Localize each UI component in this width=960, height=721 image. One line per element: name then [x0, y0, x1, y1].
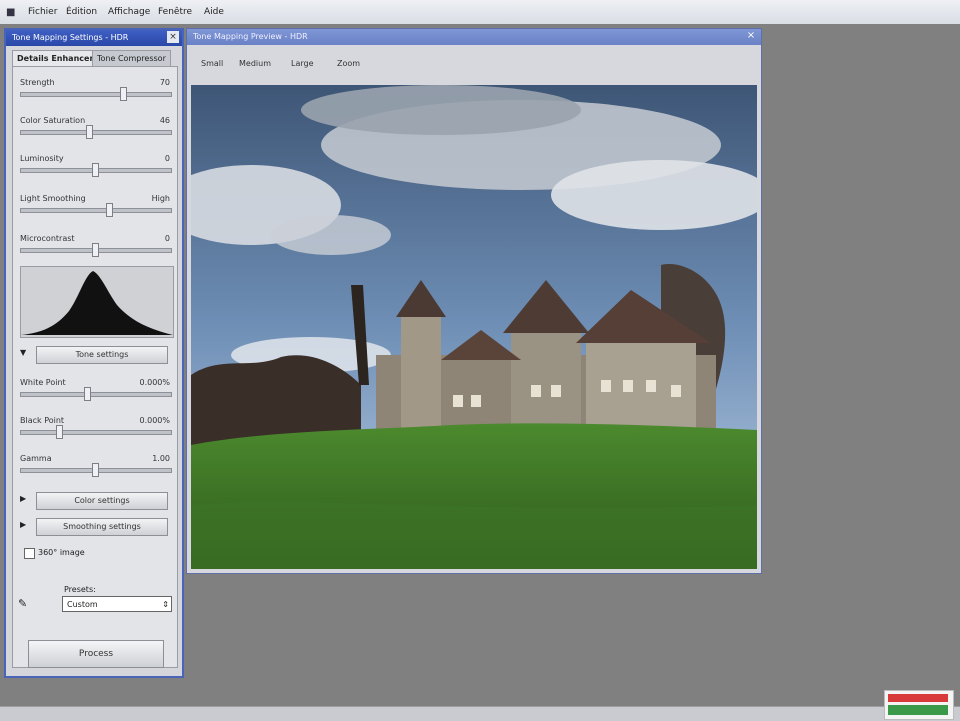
slider-track[interactable] — [20, 430, 172, 435]
slider-label: Luminosity — [20, 154, 64, 163]
chevron-updown-icon: ⇕ — [162, 600, 169, 609]
slider-value: High — [151, 194, 170, 203]
slider-luminosity[interactable]: Luminosity 0 — [20, 154, 172, 184]
settings-titlebar[interactable]: Tone Mapping Settings - HDR × — [6, 30, 182, 46]
slider-strength[interactable]: Strength 70 — [20, 78, 172, 108]
slider-value: 70 — [159, 78, 170, 87]
preview-image — [191, 85, 757, 569]
slider-thumb[interactable] — [86, 125, 93, 139]
slider-value: 1.00 — [152, 454, 170, 463]
histogram-graph — [21, 271, 173, 335]
collapse-arrow-icon[interactable]: ▼ — [20, 348, 26, 357]
preview-title: Tone Mapping Preview - HDR — [193, 32, 308, 41]
slider-thumb[interactable] — [92, 243, 99, 257]
expand-arrow-icon[interactable]: ▶ — [20, 520, 26, 529]
slider-thumb[interactable] — [56, 425, 63, 439]
slider-value: 0.000% — [139, 416, 170, 425]
slider-track[interactable] — [20, 130, 172, 135]
menubar: ■ Fichier Édition Affichage Fenêtre Aide — [0, 0, 960, 25]
color-settings-button[interactable]: Color settings — [36, 492, 168, 510]
tone-mapping-settings-panel: Tone Mapping Settings - HDR × Details En… — [4, 28, 184, 678]
slider-thumb[interactable] — [84, 387, 91, 401]
menu-item-file[interactable]: Fichier — [28, 7, 57, 17]
checkbox[interactable] — [24, 548, 35, 559]
slider-label: Gamma — [20, 454, 52, 463]
close-icon[interactable]: × — [167, 31, 179, 43]
status-bar — [0, 706, 960, 721]
slider-value: 0.000% — [139, 378, 170, 387]
preview-toolbar: Small Medium Large Zoom — [187, 45, 761, 81]
slider-thumb[interactable] — [120, 87, 127, 101]
menu-item-help[interactable]: Aide — [204, 7, 224, 17]
menu-item-view[interactable]: Affichage — [108, 7, 150, 17]
histogram — [20, 266, 174, 338]
slider-track[interactable] — [20, 392, 172, 397]
slider-track[interactable] — [20, 92, 172, 97]
slider-gamma[interactable]: Gamma 1.00 — [20, 454, 172, 484]
zoom-label[interactable]: Zoom — [337, 59, 360, 68]
tab-tone-compressor[interactable]: Tone Compressor — [92, 50, 171, 66]
slider-value: 0 — [164, 234, 170, 243]
slider-value: 46 — [159, 116, 170, 125]
expand-arrow-icon[interactable]: ▶ — [20, 494, 26, 503]
slider-thumb[interactable] — [92, 163, 99, 177]
presets-label: Presets: — [64, 585, 96, 594]
slider-thumb[interactable] — [106, 203, 113, 217]
size-medium-option[interactable]: Medium — [239, 59, 271, 68]
slider-label: Color Saturation — [20, 116, 86, 125]
smoothing-settings-button[interactable]: Smoothing settings — [36, 518, 168, 536]
slider-microcontrast[interactable]: Microcontrast 0 — [20, 234, 172, 264]
slider-label: Strength — [20, 78, 55, 87]
settings-title: Tone Mapping Settings - HDR — [12, 33, 129, 42]
hdr-castle-image — [191, 85, 757, 569]
close-icon[interactable]: × — [745, 30, 757, 42]
watermark-logo — [884, 690, 954, 720]
slider-label: White Point — [20, 378, 66, 387]
checkbox-label: 360° image — [38, 548, 85, 557]
menu-item-window[interactable]: Fenêtre — [158, 7, 192, 17]
preset-value: Custom — [67, 600, 98, 609]
tone-settings-button[interactable]: Tone settings — [36, 346, 168, 364]
slider-white-point[interactable]: White Point 0.000% — [20, 378, 172, 408]
slider-label: Black Point — [20, 416, 65, 425]
slider-label: Microcontrast — [20, 234, 75, 243]
process-button[interactable]: Process — [28, 640, 164, 668]
size-large-option[interactable]: Large — [291, 59, 314, 68]
presets-select[interactable]: Custom ⇕ — [62, 596, 172, 612]
eyedropper-icon[interactable]: ✎ — [18, 597, 27, 610]
slider-value: 0 — [164, 154, 170, 163]
slider-light-smoothing[interactable]: Light Smoothing High — [20, 194, 172, 224]
slider-black-point[interactable]: Black Point 0.000% — [20, 416, 172, 446]
preview-titlebar[interactable]: Tone Mapping Preview - HDR × — [187, 29, 761, 45]
tab-details-enhancer[interactable]: Details Enhancer — [12, 50, 99, 66]
slider-track[interactable] — [20, 208, 172, 213]
app-icon[interactable]: ■ — [6, 7, 15, 18]
menu-item-edit[interactable]: Édition — [66, 7, 97, 17]
slider-color-saturation[interactable]: Color Saturation 46 — [20, 116, 172, 146]
slider-thumb[interactable] — [92, 463, 99, 477]
tone-mapping-preview-window: Tone Mapping Preview - HDR × Small Mediu… — [186, 28, 762, 574]
size-small-option[interactable]: Small — [201, 59, 223, 68]
slider-label: Light Smoothing — [20, 194, 86, 203]
